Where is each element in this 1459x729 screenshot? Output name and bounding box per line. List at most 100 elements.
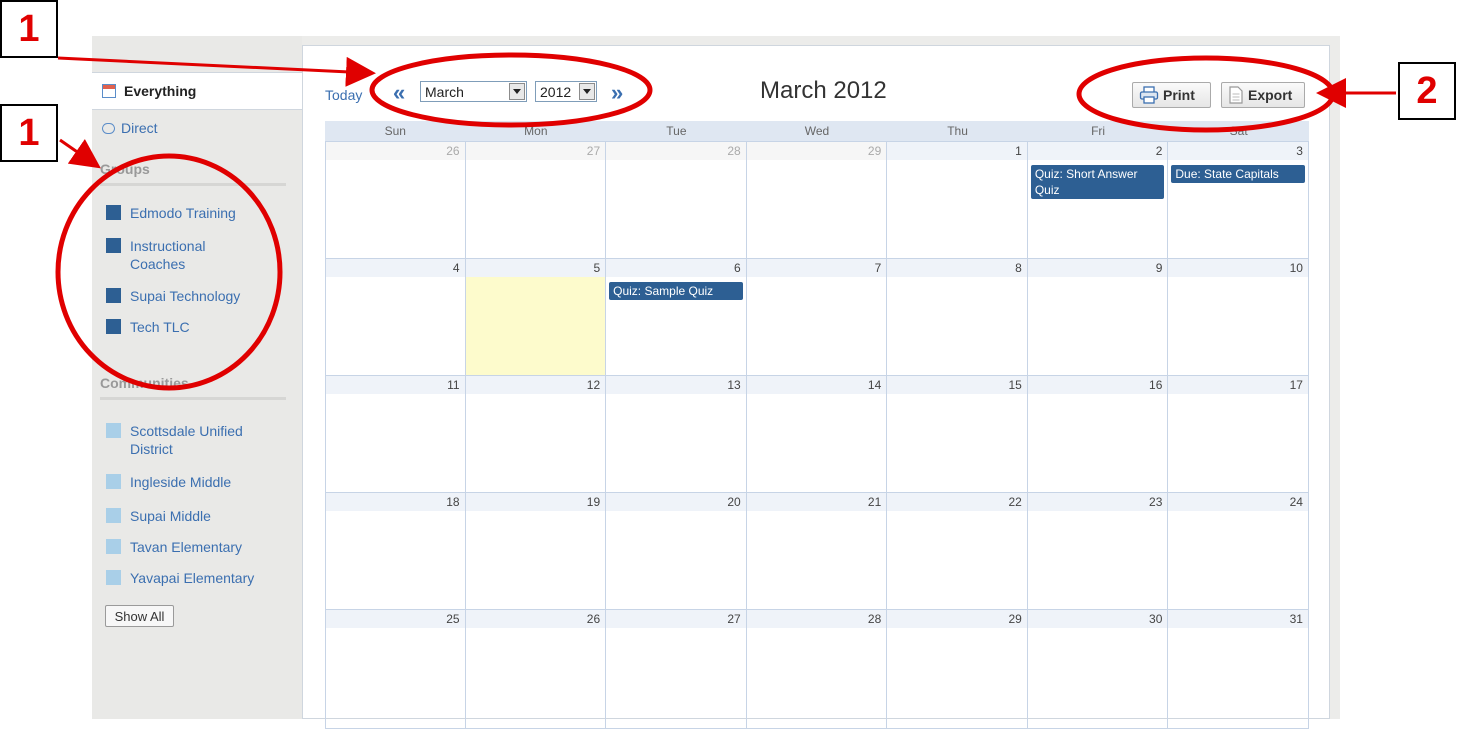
calendar-day-cell[interactable]: 28 — [606, 142, 747, 258]
day-number: 28 — [606, 142, 746, 160]
day-number: 29 — [887, 610, 1027, 628]
day-number: 23 — [1027, 493, 1168, 511]
calendar-day-cell[interactable]: 7 — [746, 259, 888, 375]
calendar-day-cell[interactable]: 29 — [887, 610, 1028, 728]
calendar-day-cell[interactable]: 26 — [465, 610, 607, 728]
weekday-header: Fri — [1091, 124, 1106, 138]
calendar-day-cell[interactable]: 13 — [606, 376, 747, 492]
calendar-day-cell[interactable]: 23 — [1027, 493, 1169, 609]
day-number: 25 — [326, 610, 465, 628]
calendar-day-cell[interactable]: 18 — [325, 493, 466, 609]
calendar-event[interactable]: Quiz: Sample Quiz — [609, 282, 743, 300]
calendar-event[interactable]: Quiz: Short Answer Quiz — [1030, 165, 1165, 199]
sidebar-item-community[interactable]: Yavapai Elementary — [106, 569, 286, 587]
calendar-day-cell[interactable]: 16 — [1027, 376, 1169, 492]
year-select[interactable]: 2012 — [535, 81, 597, 102]
calendar-day-cell[interactable]: 26 — [325, 142, 466, 258]
show-all-button[interactable]: Show All — [105, 605, 174, 627]
calendar-day-cell[interactable]: 2 Quiz: Short Answer Quiz — [1027, 142, 1169, 258]
weekday-header: Wed — [804, 124, 830, 138]
calendar-day-cell[interactable]: 4 — [325, 259, 466, 375]
calendar-day-cell[interactable]: 1 — [887, 142, 1028, 258]
day-number: 24 — [1168, 493, 1308, 511]
calendar-day-cell[interactable]: 28 — [746, 610, 888, 728]
calendar-icon — [102, 84, 116, 98]
weekday-header: Sun — [384, 124, 406, 138]
calendar-day-cell[interactable]: 5 — [465, 259, 607, 375]
chevron-down-icon[interactable] — [579, 83, 595, 100]
sidebar-tab-everything[interactable]: Everything — [92, 72, 303, 110]
today-link[interactable]: Today — [325, 87, 362, 103]
sidebar-item-label: Supai Middle — [130, 508, 211, 524]
group-color-swatch — [106, 319, 121, 334]
month-select[interactable]: March — [420, 81, 527, 102]
sidebar-item-label: Supai Technology — [130, 288, 241, 304]
community-color-swatch — [106, 539, 121, 554]
weekday-header-row: Sun Mon Tue Wed Thu Fri Sat — [325, 121, 1309, 142]
print-button[interactable]: Print — [1132, 82, 1211, 108]
calendar-day-cell[interactable]: 30 — [1027, 610, 1169, 728]
day-number: 5 — [465, 259, 606, 277]
calendar-day-cell[interactable]: 11 — [325, 376, 466, 492]
day-number: 26 — [326, 142, 465, 160]
annotation-badge-1: 1 — [0, 104, 58, 162]
day-number: 3 — [1168, 142, 1308, 160]
weekday-header: Mon — [524, 124, 548, 138]
calendar-day-cell[interactable]: 8 — [887, 259, 1028, 375]
day-number: 4 — [326, 259, 465, 277]
calendar-day-cell[interactable]: 19 — [465, 493, 607, 609]
calendar-week-row: 18 19 20 21 22 23 24 — [325, 493, 1309, 610]
sidebar-item-label: Scottsdale Unified District — [130, 423, 243, 457]
calendar-day-cell[interactable]: 17 — [1168, 376, 1309, 492]
calendar-day-cell[interactable]: 25 — [325, 610, 466, 728]
calendar-day-cell[interactable]: 6 Quiz: Sample Quiz — [606, 259, 747, 375]
sidebar-item-group[interactable]: Edmodo Training — [106, 204, 286, 222]
sidebar-tab-direct[interactable]: Direct — [92, 114, 303, 142]
chevron-down-icon[interactable] — [509, 83, 525, 100]
sidebar-item-label: Ingleside Middle — [130, 474, 232, 490]
calendar-day-cell[interactable]: 27 — [606, 610, 747, 728]
calendar-day-cell[interactable]: 24 — [1168, 493, 1309, 609]
sidebar-item-community[interactable]: Ingleside Middle — [106, 473, 286, 491]
sidebar-item-label: Tech TLC — [130, 319, 190, 335]
sidebar-item-community[interactable]: Tavan Elementary — [106, 538, 286, 556]
calendar-day-cell[interactable]: 9 — [1027, 259, 1169, 375]
weekday-header: Sat — [1229, 124, 1248, 138]
calendar-day-cell[interactable]: 14 — [746, 376, 888, 492]
calendar-week-row: 4 5 6 Quiz: Sample Quiz 7 8 9 10 — [325, 259, 1309, 376]
next-month-button[interactable]: » — [611, 80, 623, 106]
sidebar-item-group[interactable]: Tech TLC — [106, 318, 286, 336]
calendar-day-cell[interactable]: 10 — [1168, 259, 1309, 375]
calendar-week-row: 26 27 28 29 1 2 Quiz: Short Answer Quiz 3 Due: S… — [325, 142, 1309, 259]
today-highlight — [465, 277, 606, 375]
sidebar-item-group[interactable]: Supai Technology — [106, 287, 286, 305]
calendar-day-cell[interactable]: 21 — [746, 493, 888, 609]
calendar-grid: Sun Mon Tue Wed Thu Fri Sat 26 27 28 29 1 2 Quiz: Sh… — [325, 121, 1309, 729]
export-button[interactable]: Export — [1221, 82, 1305, 108]
calendar-day-cell[interactable]: 27 — [465, 142, 607, 258]
calendar-week-row: 25 26 27 28 29 30 31 — [325, 610, 1309, 729]
community-color-swatch — [106, 474, 121, 489]
calendar-day-cell[interactable]: 15 — [887, 376, 1028, 492]
calendar-day-cell[interactable]: 31 — [1168, 610, 1309, 728]
calendar-day-cell[interactable]: 20 — [606, 493, 747, 609]
day-number: 15 — [887, 376, 1027, 394]
day-number: 11 — [326, 376, 465, 394]
annotation-arrow — [59, 138, 101, 169]
day-number: 6 — [606, 259, 746, 277]
calendar-week-row: 11 12 13 14 15 16 17 — [325, 376, 1309, 493]
calendar-day-cell[interactable]: 3 Due: State Capitals — [1168, 142, 1309, 258]
group-color-swatch — [106, 205, 121, 220]
sidebar-item-community[interactable]: Supai Middle — [106, 507, 286, 525]
calendar-day-cell[interactable]: 22 — [887, 493, 1028, 609]
calendar-event[interactable]: Due: State Capitals — [1171, 165, 1305, 183]
calendar-day-cell[interactable]: 12 — [465, 376, 607, 492]
calendar-day-cell[interactable]: 29 — [746, 142, 888, 258]
sidebar-item-group[interactable]: Instructional Coaches — [106, 237, 236, 273]
day-number: 17 — [1168, 376, 1308, 394]
prev-month-button[interactable]: « — [393, 80, 405, 106]
document-icon — [1229, 86, 1243, 104]
sidebar-item-community[interactable]: Scottsdale Unified District — [106, 422, 271, 458]
day-number: 10 — [1168, 259, 1308, 277]
day-number: 31 — [1168, 610, 1308, 628]
